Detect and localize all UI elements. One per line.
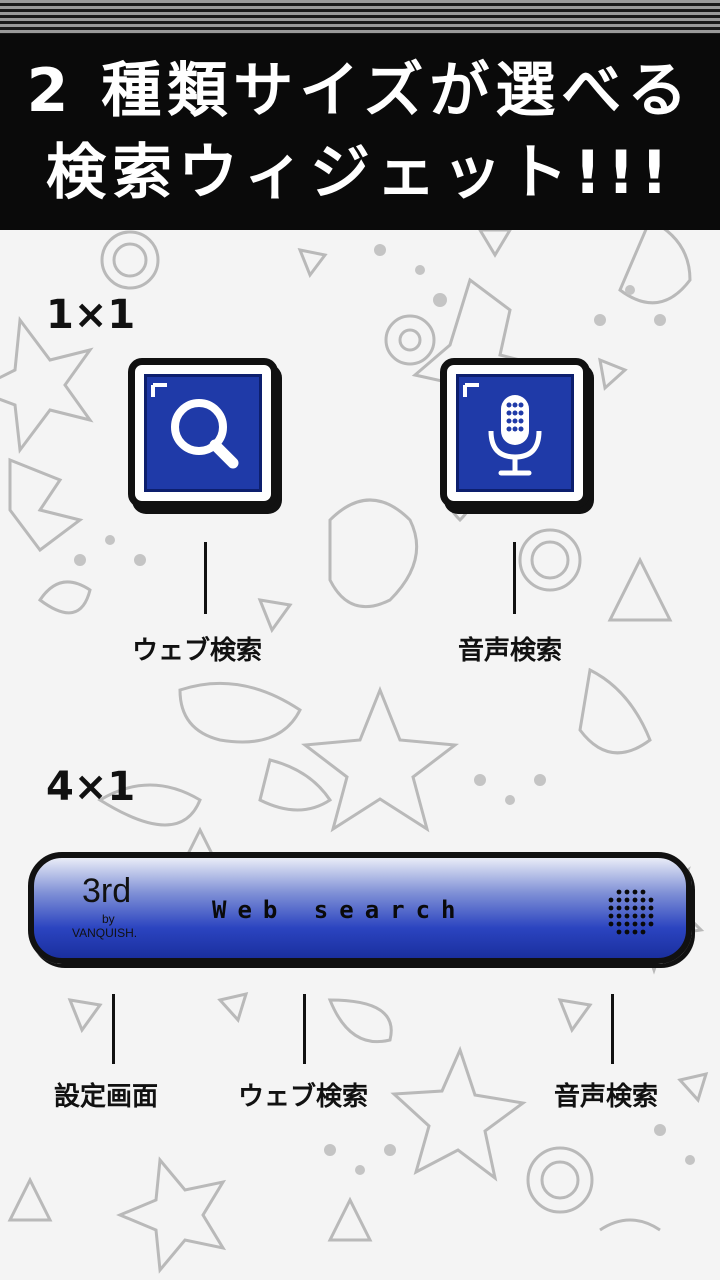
logo-vanquish: VANQUISH.: [72, 926, 138, 940]
caption-voice-search-1x1: 音声検索: [458, 636, 563, 666]
size-label-1x1: 1×1: [46, 292, 136, 338]
connector-line: [513, 542, 516, 614]
caption-web-search-4x1: ウェブ検索: [238, 1082, 369, 1112]
size-label-4x1: 4×1: [46, 764, 136, 810]
search-icon: [151, 383, 239, 469]
caption-settings-4x1: 設定画面: [54, 1082, 159, 1112]
logo-by: by: [102, 912, 115, 926]
web-search-widget-button[interactable]: [128, 358, 278, 508]
connector-line: [303, 994, 306, 1064]
caption-voice-search-4x1: 音声検索: [554, 1082, 659, 1112]
header-panel: 2 種類サイズが選べる 検索ウィジェット!!!: [0, 34, 720, 230]
header-title-line2: 検索ウィジェット!!!: [45, 138, 675, 208]
connector-line: [611, 994, 614, 1064]
connector-line: [204, 542, 207, 614]
logo-3rd: 3rd: [82, 872, 132, 910]
search-widget-bar: 3rd by VANQUISH. Web search: [28, 852, 692, 964]
voice-search-widget-button[interactable]: [440, 358, 590, 508]
header-title-line1: 2 種類サイズが選べる: [26, 56, 694, 126]
widget-face: [456, 374, 574, 492]
settings-logo-button[interactable]: 3rd by VANQUISH.: [34, 858, 184, 958]
widget-face: [144, 374, 262, 492]
web-search-field[interactable]: Web search: [212, 896, 467, 924]
caption-web-search-1x1: ウェブ検索: [132, 636, 263, 666]
connector-line: [112, 994, 115, 1064]
microphone-icon: [463, 383, 542, 476]
microphone-dots-icon[interactable]: [604, 888, 658, 942]
header-stripes: [0, 0, 720, 34]
